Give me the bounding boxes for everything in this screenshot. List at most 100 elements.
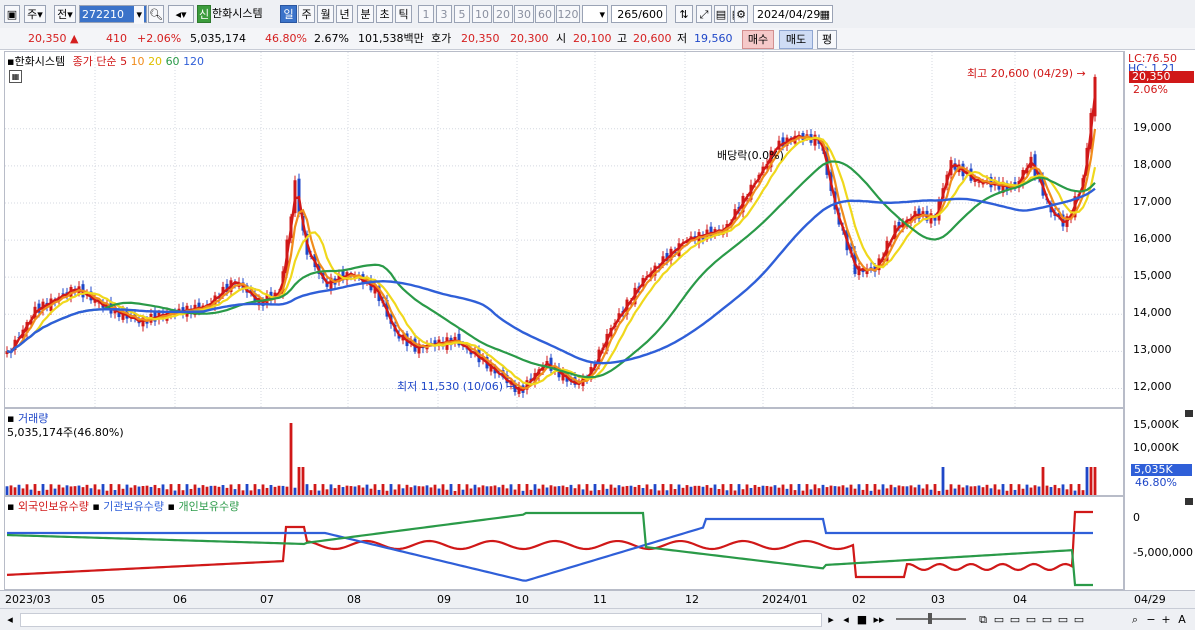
- zoom-search-icon[interactable]: ⌕: [1128, 612, 1142, 627]
- scroll-track[interactable]: [20, 613, 822, 627]
- count-input[interactable]: 265/600: [611, 5, 667, 23]
- current-pct-badge: 2.06%: [1133, 83, 1168, 96]
- gear-icon[interactable]: ⚙: [734, 5, 748, 23]
- window-icon[interactable]: ▭: [1040, 612, 1054, 627]
- volume-bar: [417, 486, 421, 495]
- interval-5-label: 5: [458, 8, 466, 21]
- interval-20[interactable]: 20: [493, 5, 513, 23]
- scroll-left-icon[interactable]: ◂: [4, 612, 16, 627]
- interval-60[interactable]: 60: [535, 5, 555, 23]
- volume-bar: [821, 484, 825, 495]
- volume-bar: [709, 487, 713, 495]
- window-icon[interactable]: ▭: [1056, 612, 1070, 627]
- window-icon[interactable]: ▭: [1024, 612, 1038, 627]
- stop-icon[interactable]: ■: [856, 612, 868, 627]
- volume-bar: [573, 488, 577, 495]
- draw-icon[interactable]: ⤢: [696, 5, 712, 23]
- volume-bar: [785, 488, 789, 495]
- speaker-icon[interactable]: ◂▾: [168, 5, 194, 23]
- holdings-tick-5m: -5,000,000: [1133, 546, 1193, 559]
- high-label: 고: [617, 32, 628, 45]
- volume-bar: [705, 485, 709, 495]
- close-icon[interactable]: [1185, 410, 1193, 417]
- prev-label: 전: [57, 8, 68, 21]
- volume-bar: [817, 488, 821, 495]
- type-select[interactable]: 주▾: [24, 5, 46, 23]
- window-icon[interactable]: ▣: [4, 5, 20, 23]
- prev-select[interactable]: 전▾: [54, 5, 76, 23]
- interval-30[interactable]: 30: [514, 5, 534, 23]
- interval-3[interactable]: 3: [436, 5, 452, 23]
- buy-label: 매수: [747, 33, 769, 46]
- volume-bar: [317, 490, 321, 495]
- volume-bar: [105, 490, 109, 495]
- layout-icon[interactable]: ⧉: [976, 612, 990, 627]
- window-icon[interactable]: ▭: [1008, 612, 1022, 627]
- zoom-out-icon[interactable]: −: [1145, 612, 1157, 627]
- text-size-icon[interactable]: A: [1176, 612, 1188, 627]
- holdings-chart-panel[interactable]: ▪ 외국인보유수량 ▪ 기관보유수량 ▪ 개인보유수량: [4, 496, 1124, 590]
- grid-toggle-icon[interactable]: ▦: [9, 70, 22, 83]
- volume-bar: [29, 489, 33, 495]
- interval-120[interactable]: 120: [556, 5, 580, 23]
- average-button[interactable]: 평: [817, 30, 837, 49]
- volume-chart-panel[interactable]: ▪ 거래량 5,035,174주(46.80%): [4, 408, 1124, 496]
- volume-bar: [985, 484, 989, 495]
- interval-custom-select[interactable]: ▾: [582, 5, 608, 23]
- volume-pct-badge: 46.80%: [1135, 476, 1177, 489]
- volume-bar: [409, 487, 413, 495]
- price-chart-panel[interactable]: ▪한화시스템 종가 단순 5 10 20 60 120 ▦ 최고 20,600 …: [4, 51, 1124, 408]
- close-icon[interactable]: [1185, 498, 1193, 505]
- search-icon[interactable]: 🔍︎: [148, 5, 164, 23]
- print-icon[interactable]: ▤: [714, 5, 728, 23]
- scroll-right-icon[interactable]: ▸: [826, 612, 836, 627]
- volume-bar: [1029, 487, 1033, 495]
- period-week[interactable]: 주: [298, 5, 315, 23]
- date-input[interactable]: 2024/04/29 ▦: [753, 5, 833, 23]
- volume-bar: [845, 487, 849, 495]
- volume-bar: [777, 487, 781, 495]
- buy-button[interactable]: 매수: [742, 30, 774, 49]
- scroll-bar[interactable]: ◂ ▸ ◂ ■ ▸▸ ⧉ ▭ ▭ ▭ ▭ ▭ ▭ ⌕ − + A: [0, 608, 1195, 630]
- volume-bar: [357, 485, 361, 495]
- volume-bar: [61, 487, 65, 495]
- volume-bar: [21, 488, 25, 495]
- volume-bar: [477, 487, 481, 495]
- volume-bar: [901, 486, 905, 495]
- volume-bar: [1049, 487, 1053, 495]
- period-minute[interactable]: 분: [357, 5, 374, 23]
- window-icon[interactable]: ▭: [1072, 612, 1086, 627]
- volume-bar: [101, 484, 105, 495]
- volume-bar: [1061, 484, 1065, 495]
- interval-5[interactable]: 5: [454, 5, 470, 23]
- price-legend: ▪한화시스템 종가 단순 5 10 20 60 120: [7, 53, 204, 69]
- arrow-right-icon: →: [506, 380, 516, 393]
- window-icon[interactable]: ▭: [992, 612, 1006, 627]
- volume-bar: [297, 467, 301, 495]
- stock-code-input[interactable]: 272210 ▾: [79, 5, 147, 24]
- zoom-in-icon[interactable]: +: [1160, 612, 1172, 627]
- volume-bar: [769, 486, 773, 495]
- period-tick[interactable]: 틱: [395, 5, 412, 23]
- period-day[interactable]: 일: [280, 5, 297, 23]
- interval-10[interactable]: 10: [472, 5, 492, 23]
- fast-forward-icon[interactable]: ▸▸: [872, 612, 886, 627]
- sell-button[interactable]: 매도: [779, 30, 813, 49]
- play-back-icon[interactable]: ◂: [840, 612, 852, 627]
- volume-bar: [969, 486, 973, 495]
- period-month[interactable]: 월: [317, 5, 334, 23]
- zoom-slider-handle[interactable]: [928, 613, 932, 624]
- open-label: 시: [556, 32, 567, 45]
- volume-bar: [725, 490, 729, 495]
- date-label: 11: [593, 593, 607, 606]
- period-year[interactable]: 년: [336, 5, 353, 23]
- interval-1[interactable]: 1: [418, 5, 434, 23]
- period-second[interactable]: 초: [376, 5, 393, 23]
- chart-tools-icon[interactable]: ⇅: [675, 5, 693, 23]
- low-annotation: 최저 11,530 (10/06) →: [397, 378, 516, 394]
- volume-bar: [1009, 484, 1013, 495]
- volume-axis: 15,000K 10,000K 5,035K 46.80%: [1124, 408, 1195, 496]
- volume-bar: [93, 484, 97, 495]
- stock-name: 한화시스템: [212, 5, 276, 23]
- volume-bar: [857, 484, 861, 495]
